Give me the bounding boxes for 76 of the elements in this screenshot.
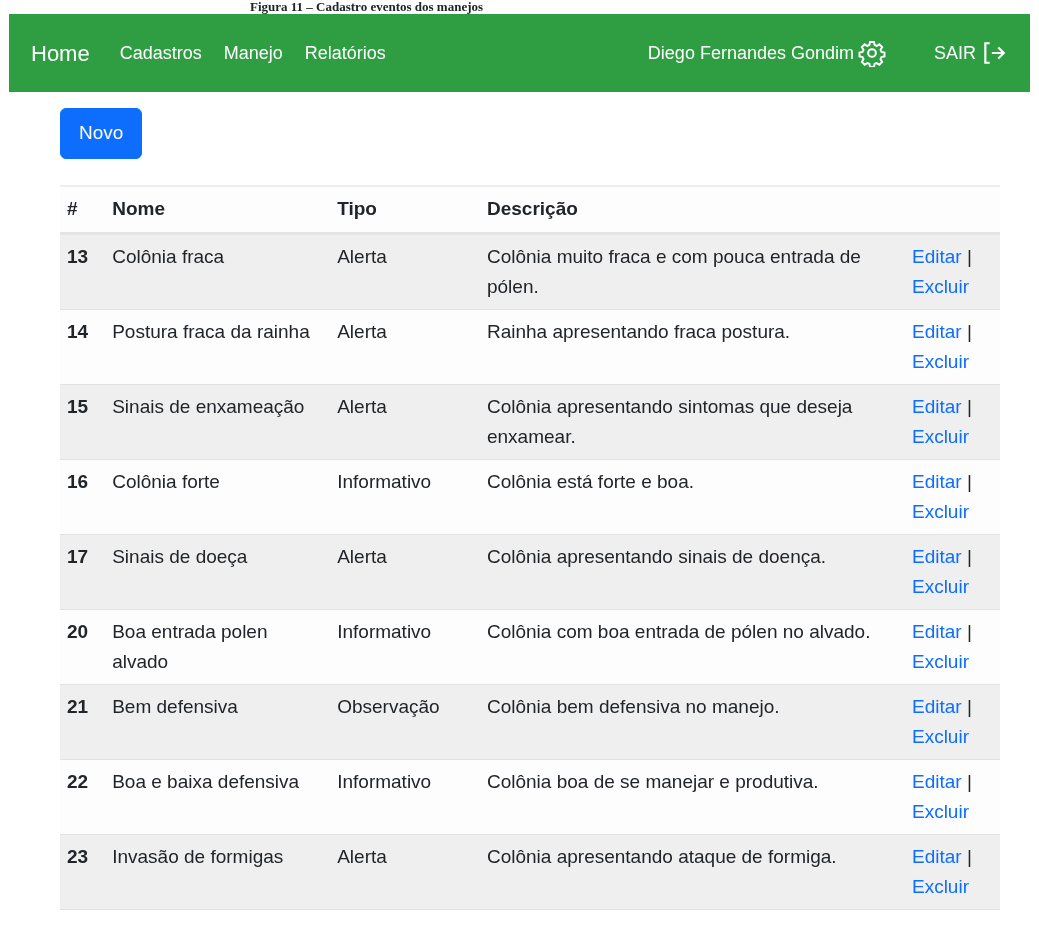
separator: | <box>966 696 972 717</box>
column-header: # <box>60 185 106 234</box>
table-cell: Colônia boa de se manejar e produtiva. <box>479 759 905 835</box>
edit-link[interactable]: Editar <box>911 771 962 792</box>
edit-link[interactable]: Editar <box>911 396 962 417</box>
separator: | <box>966 471 972 492</box>
table-cell: Rainha apresentando fraca postura. <box>479 309 905 385</box>
table-cell: Colônia muito fraca e com pouca entrada de pólen. <box>479 233 905 310</box>
delete-link[interactable]: Excluir <box>911 501 969 522</box>
row-id: 21 <box>60 684 106 760</box>
new-button[interactable]: Novo <box>60 108 143 159</box>
column-header: Nome <box>105 185 331 234</box>
separator: | <box>966 846 972 867</box>
edit-link[interactable]: Editar <box>911 846 962 867</box>
table-cell: Postura fraca da rainha <box>105 309 331 385</box>
table-cell: Colônia está forte e boa. <box>479 459 905 535</box>
table-cell: Colônia apresentando sintomas que deseja enxamear. <box>479 384 905 460</box>
edit-link[interactable]: Editar <box>911 471 962 492</box>
row-id: 14 <box>60 309 106 385</box>
delete-link[interactable]: Excluir <box>911 351 969 372</box>
table-cell: Colônia apresentando sinais de doença. <box>479 534 905 610</box>
separator: | <box>966 621 972 642</box>
table-cell: Colônia forte <box>105 459 331 535</box>
table-cell: Alerta <box>330 309 480 385</box>
table-cell: Observação <box>330 684 480 760</box>
delete-link[interactable]: Excluir <box>911 726 969 747</box>
edit-link[interactable]: Editar <box>911 621 962 642</box>
edit-link[interactable]: Editar <box>911 321 962 342</box>
table-cell: Alerta <box>330 233 480 310</box>
nav-link[interactable]: Cadastros <box>119 39 202 67</box>
edit-link[interactable]: Editar <box>911 246 962 267</box>
table-cell: Boa e baixa defensiva <box>105 759 331 835</box>
table-cell: Informativo <box>330 759 480 835</box>
column-header: Tipo <box>330 185 480 234</box>
separator: | <box>966 396 972 417</box>
separator: | <box>966 546 972 567</box>
table-cell: Colônia com boa entrada de pólen no alvado. <box>479 609 905 685</box>
table-cell: Colônia bem defensiva no manejo. <box>479 684 905 760</box>
separator: | <box>966 246 972 267</box>
table-cell: Alerta <box>330 534 480 610</box>
delete-link[interactable]: Excluir <box>911 426 969 447</box>
edit-link[interactable]: Editar <box>911 546 962 567</box>
table-cell: Invasão de formigas <box>105 834 331 910</box>
table-cell: Colônia apresentando ataque de formiga. <box>479 834 905 910</box>
logout-link[interactable]: SAIR <box>934 39 1008 67</box>
delete-link[interactable]: Excluir <box>911 876 969 897</box>
delete-link[interactable]: Excluir <box>911 801 969 822</box>
table-cell: Colônia fraca <box>105 233 331 310</box>
table-cell: Informativo <box>330 609 480 685</box>
delete-link[interactable]: Excluir <box>911 651 969 672</box>
row-id: 22 <box>60 759 106 835</box>
table-cell: Bem defensiva <box>105 684 331 760</box>
separator: | <box>966 771 972 792</box>
separator: | <box>966 321 972 342</box>
row-id: 15 <box>60 384 106 460</box>
settings-icon <box>858 39 886 67</box>
table-cell: Boa entrada polen alvado <box>105 609 331 685</box>
delete-link[interactable]: Excluir <box>911 576 969 597</box>
nav-link[interactable]: Manejo <box>223 39 283 67</box>
table-cell: Informativo <box>330 459 480 535</box>
delete-link[interactable]: Excluir <box>911 276 969 297</box>
home-link[interactable]: Home <box>31 36 90 70</box>
row-id: 17 <box>60 534 106 610</box>
nav-link[interactable]: Relatórios <box>304 39 386 67</box>
table-cell: Sinais de doeça <box>105 534 331 610</box>
table-cell: Sinais de enxameação <box>105 384 331 460</box>
user-menu[interactable]: Diego Fernandes Gondim <box>647 39 886 67</box>
column-header: Descrição <box>479 185 905 234</box>
row-id: 20 <box>60 609 106 685</box>
row-id: 13 <box>60 233 106 310</box>
table-cell: Alerta <box>330 384 480 460</box>
figure-caption: Figura 11 – Cadastro eventos dos manejos <box>249 0 485 14</box>
row-id: 23 <box>60 834 106 910</box>
table-cell: Alerta <box>330 834 480 910</box>
edit-link[interactable]: Editar <box>911 696 962 717</box>
row-id: 16 <box>60 459 106 535</box>
